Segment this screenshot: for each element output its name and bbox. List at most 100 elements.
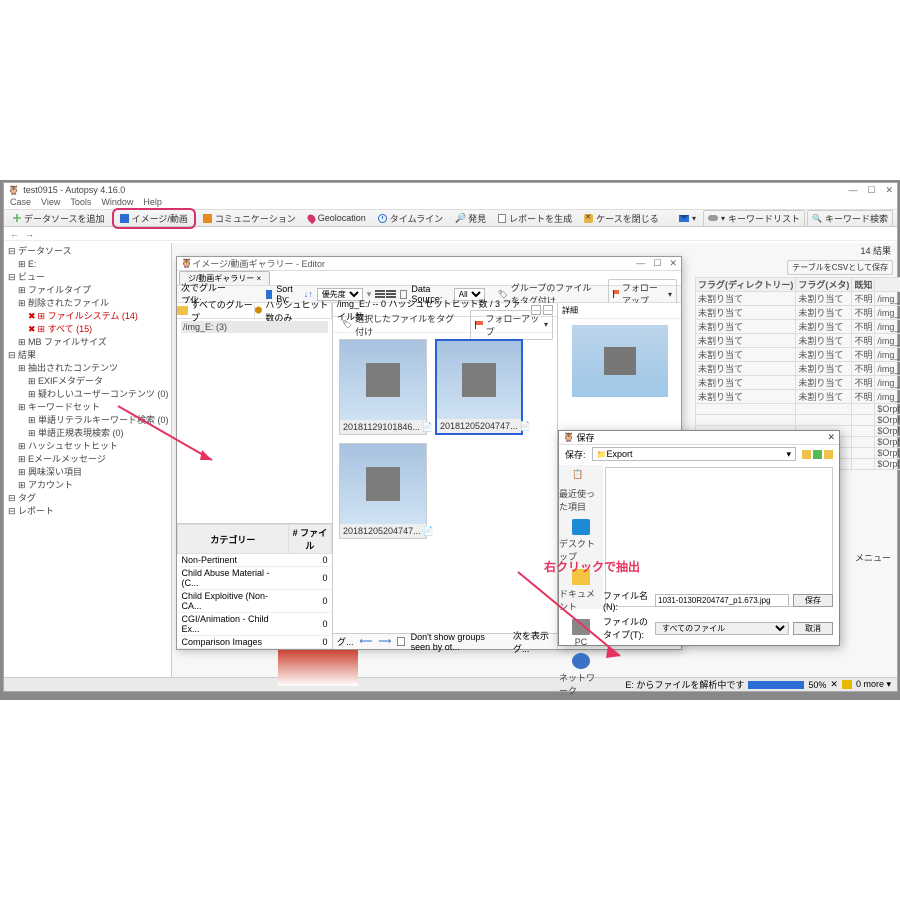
tree-node[interactable]: ⊞ キーワードセット [8, 401, 167, 414]
table-row[interactable]: $OrphanFiles/autopsy [696, 415, 900, 426]
tree-node[interactable]: ⊞ ハッシュセットヒット [8, 440, 167, 453]
close-button[interactable]: ✕ [885, 185, 893, 196]
hide-seen-label: Don't show groups seen by ot... [411, 632, 507, 652]
tree-node[interactable]: ⊞ 抽出されたコンテンツ [8, 362, 167, 375]
maximize-button[interactable]: ☐ [867, 185, 875, 196]
category-row[interactable]: Comparison Images0 [178, 636, 332, 649]
save-csv-button[interactable]: テーブルをCSVとして保存 [787, 260, 893, 275]
thumbnail[interactable]: 20181205204747...📄 [435, 339, 523, 435]
thumbnail[interactable]: 20181205204747...📄 [339, 443, 427, 539]
tree-node[interactable]: ⊞ MB ファイルサイズ [8, 336, 167, 349]
save-dialog-close[interactable]: ✕ [827, 432, 835, 443]
save-file-list[interactable] [605, 467, 833, 607]
timeline-button[interactable]: タイムライン [373, 210, 448, 227]
table-row[interactable]: 未割り当て未割り当て不明/img_E:/1/381209204747_p1.ht… [696, 306, 900, 320]
next-button[interactable]: ⟶ [378, 636, 391, 647]
save-sidebar-item[interactable]: 📋最近使った項目 [559, 469, 603, 513]
save-location-select[interactable]: 📁 Export▾ [592, 447, 796, 461]
keyword-list-button[interactable]: ▾ キーワードリスト [703, 210, 805, 227]
progress-pct: 50% [808, 680, 826, 690]
tree-node[interactable]: ⊞ 疑わしいユーザーコンテンツ (0) [8, 388, 167, 401]
table-row[interactable]: 未割り当て未割り当て不明/img_E:/$OrphanFiles/Cache/ [696, 334, 900, 348]
col-header[interactable]: 既知 [852, 278, 875, 292]
toolbar: データソースを追加 イメージ/動画 コミュニケーション Geolocation … [4, 209, 897, 227]
menu-tools[interactable]: Tools [70, 197, 91, 209]
save-sidebar-item[interactable]: ドキュメント [559, 569, 603, 613]
geolocation-button[interactable]: Geolocation [303, 211, 371, 225]
category-row[interactable]: Child Abuse Material - (C...0 [178, 567, 332, 590]
menu-view[interactable]: View [41, 197, 60, 209]
tree-node[interactable]: ⊟ 結果 [8, 349, 167, 362]
progress-bar [748, 681, 804, 689]
group-item[interactable]: /img_E: (3) [181, 321, 328, 333]
add-datasource-button[interactable]: データソースを追加 [8, 210, 110, 227]
mail-icon [679, 215, 689, 222]
category-row[interactable]: Child Exploitive (Non-CA...0 [178, 590, 332, 613]
table-row[interactable]: $OrphanFiles/autopsy [696, 404, 900, 415]
tab-hash-only[interactable]: ⬢ハッシュヒット数のみ [255, 303, 333, 318]
tree-node[interactable]: ⊟ データソース [8, 245, 167, 258]
tree-node[interactable]: ⊞ Eメールメッセージ [8, 453, 167, 466]
keyword-search-button[interactable]: 🔍 キーワード検索 [807, 210, 893, 227]
tree-node[interactable]: ⊞ ファイルシステム (14) [8, 310, 167, 323]
save-sidebar-item[interactable]: ネットワーク [559, 653, 603, 697]
save-sidebar-item[interactable]: デスクトップ [559, 519, 603, 563]
tree-node[interactable]: ⊞ 単語正規表現検索 (0) [8, 427, 167, 440]
filename-input[interactable] [655, 594, 789, 607]
generate-report-button[interactable]: レポートを生成 [493, 210, 577, 227]
tree-node[interactable]: ⊞ 削除されたファイル [8, 297, 167, 310]
col-header[interactable]: 場所 [875, 278, 900, 292]
menu-case[interactable]: Case [10, 197, 31, 209]
col-header[interactable]: フラグ(メタ) [796, 278, 852, 292]
thumbnail[interactable]: 20181129101846...📄 [339, 339, 427, 435]
discovery-button[interactable]: 🔎発見 [450, 210, 491, 227]
save-sidebar[interactable]: 📋最近使った項目デスクトップドキュメントPCネットワーク [559, 465, 603, 609]
tree-panel[interactable]: ⊟ データソース⊞ E:⊟ ビュー⊞ ファイルタイプ⊞ 削除されたファイル⊞ フ… [4, 243, 172, 677]
tree-node[interactable]: ⊞ すべて (15) [8, 323, 167, 336]
prev-button[interactable]: ⟵ [360, 636, 373, 647]
gallery-group-tree[interactable]: /img_E: (3) [177, 319, 332, 335]
forward-button[interactable]: → [25, 229, 34, 239]
hide-seen-checkbox[interactable] [397, 637, 404, 646]
minimize-button[interactable]: — [848, 185, 857, 196]
communication-button[interactable]: コミュニケーション [198, 210, 301, 227]
gallery-left-tabs[interactable]: すべてのグループ ⬢ハッシュヒット数のみ [177, 303, 332, 319]
gallery-min-button[interactable]: — [636, 258, 645, 269]
tree-node[interactable]: ⊟ ビュー [8, 271, 167, 284]
save-button[interactable]: 保存 [793, 594, 833, 607]
gallery-max-button[interactable]: ☐ [653, 258, 661, 269]
tree-node[interactable]: ⊞ 興味深い項目 [8, 466, 167, 479]
back-button[interactable]: ← [10, 229, 19, 239]
tree-node[interactable]: ⊞ アカウント [8, 479, 167, 492]
table-row[interactable]: 未割り当て未割り当て不明/img_E:/$OrphanFiles/MobileO [696, 362, 900, 376]
mail-indicator[interactable]: ▾ [674, 212, 701, 225]
status-bar: E: からファイルを解析中です 50% ✕ 0 more ▾ [4, 677, 897, 691]
filetype-select[interactable]: すべてのファイル [655, 622, 789, 635]
gallery-close-button[interactable]: ✕ [669, 258, 677, 269]
filetype-label: ファイルのタイプ(T): [603, 615, 651, 641]
tree-node[interactable]: ⊞ E: [8, 258, 167, 271]
close-case-button[interactable]: ケースを閉じる [579, 210, 664, 227]
tree-node[interactable]: ⊟ タグ [8, 492, 167, 505]
table-row[interactable]: 未割り当て未割り当て不明/img_E:/1/381129101846_p1.ht… [696, 292, 900, 306]
category-row[interactable]: Non-Pertinent0 [178, 554, 332, 567]
tree-node[interactable]: ⊞ EXIFメタデータ [8, 375, 167, 388]
category-row[interactable]: CGI/Animation - Child Ex...0 [178, 613, 332, 636]
save-toolbar-icons[interactable] [802, 450, 833, 459]
image-gallery-button[interactable]: イメージ/動画 [115, 210, 193, 227]
next-group-button[interactable]: 次を表示グ... [513, 629, 553, 655]
tree-node[interactable]: ⊞ ファイルタイプ [8, 284, 167, 297]
cancel-button[interactable]: 取消 [793, 622, 833, 635]
tree-node[interactable]: ⊞ 単語リテラルキーワード検索 (0) [8, 414, 167, 427]
tab-all-groups[interactable]: すべてのグループ [177, 303, 255, 318]
thumb-image [340, 340, 426, 420]
col-header[interactable]: フラグ(ディレクトリー) [696, 278, 796, 292]
thumbnail-grid[interactable]: 20181129101846...📄20181205204747...📄2018… [333, 333, 557, 633]
save-sidebar-item[interactable]: PC [572, 619, 590, 647]
table-row[interactable]: 未割り当て未割り当て不明/img_E:/$OrphanFiles/MobileO [696, 390, 900, 404]
table-row[interactable]: 未割り当て未割り当て不明/img_E:/$OrphanFiles/Cache/ [696, 320, 900, 334]
table-row[interactable]: 未割り当て未割り当て不明/img_E:/$OrphanFiles/MobileO [696, 348, 900, 362]
table-row[interactable]: 未割り当て未割り当て不明/img_E:/$OrphanFiles/MobileO [696, 376, 900, 390]
more-indicator[interactable]: 0 more ▾ [856, 679, 891, 690]
tree-node[interactable]: ⊟ レポート [8, 505, 167, 518]
